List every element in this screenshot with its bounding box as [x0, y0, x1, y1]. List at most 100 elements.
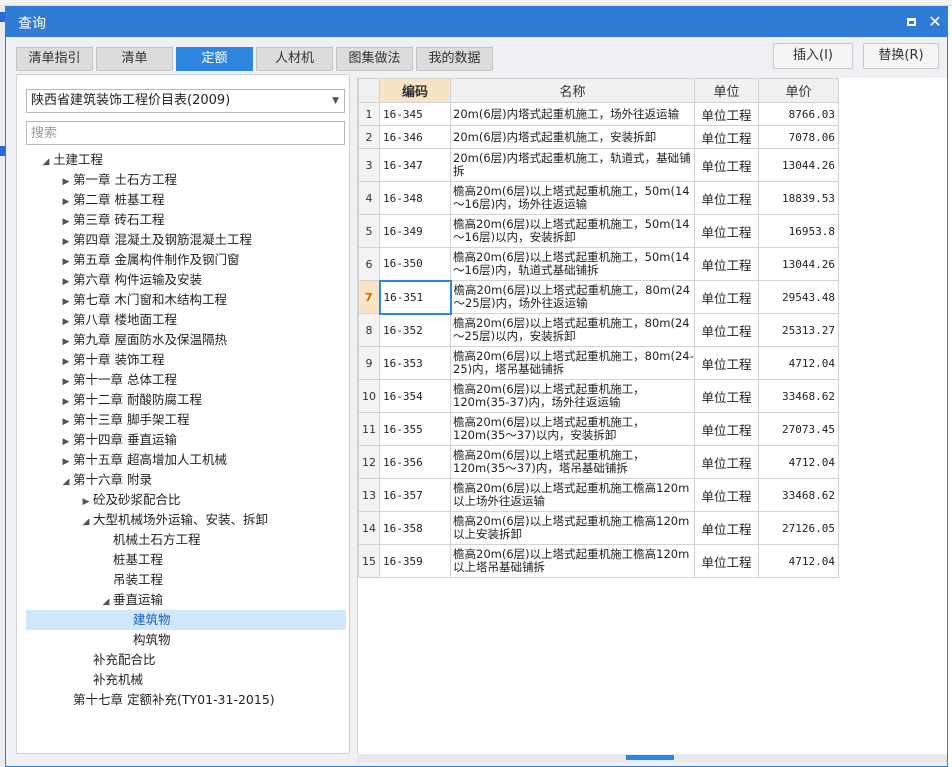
unit-cell[interactable]: 单位工程: [694, 346, 759, 380]
code-cell[interactable]: 16-350: [379, 247, 451, 281]
tab-quota[interactable]: 定额: [176, 47, 253, 71]
tab-list-guide[interactable]: 清单指引: [16, 47, 93, 71]
collapsed-arrow-icon[interactable]: ▶: [59, 392, 73, 412]
code-cell[interactable]: 16-352: [379, 313, 451, 347]
tab-my-data[interactable]: 我的数据: [416, 47, 493, 71]
tree-node[interactable]: ▶ 第七章 木门窗和木结构工程: [59, 290, 227, 310]
close-icon[interactable]: ✕: [926, 13, 944, 31]
collapsed-arrow-icon[interactable]: ▶: [59, 312, 73, 332]
code-cell[interactable]: 16-354: [379, 379, 451, 413]
header-price[interactable]: 单价: [758, 78, 839, 103]
name-cell[interactable]: 檐高20m(6层)以上塔式起重机施工檐高120m以上场外往返运输: [450, 478, 695, 512]
tree-node[interactable]: ▶ 第二章 桩基工程: [59, 190, 165, 212]
tree-node[interactable]: ◢ 土建工程: [39, 150, 103, 170]
price-cell[interactable]: 4712.04: [758, 346, 839, 380]
unit-cell[interactable]: 单位工程: [694, 478, 759, 512]
price-cell[interactable]: 16953.8: [758, 214, 839, 248]
tree-node[interactable]: 建筑物: [119, 610, 171, 630]
collapsed-arrow-icon[interactable]: ▶: [59, 292, 73, 312]
code-cell[interactable]: 16-351: [378, 279, 452, 315]
price-cell[interactable]: 4712.04: [758, 445, 839, 479]
table-row[interactable]: 4 16-348 檐高20m(6层)以上塔式起重机施工，50m(14～16层)内，场…: [358, 181, 839, 215]
tree-node[interactable]: ◢ 大型机械场外运输、安装、拆卸: [79, 510, 268, 530]
price-cell[interactable]: 33468.62: [758, 478, 839, 512]
table-row[interactable]: 9 16-353 檐高20m(6层)以上塔式起重机施工，80m(24-25)内，塔吊…: [358, 346, 839, 380]
insert-button[interactable]: 插入(I): [773, 43, 853, 69]
table-row[interactable]: 12 16-356 檐高20m(6层)以上塔式起重机施工，120m(35～37)内，…: [358, 445, 839, 479]
code-cell[interactable]: 16-346: [379, 125, 451, 149]
collapsed-arrow-icon[interactable]: ▶: [59, 372, 73, 392]
tab-atlas-method[interactable]: 图集做法: [336, 47, 413, 71]
price-cell[interactable]: 29543.48: [758, 280, 839, 314]
tree-node[interactable]: ▶ 第十三章 脚手架工程: [59, 410, 190, 432]
replace-button[interactable]: 替换(R): [863, 43, 939, 69]
code-cell[interactable]: 16-355: [379, 412, 451, 446]
header-unit[interactable]: 单位: [694, 78, 759, 103]
price-cell[interactable]: 33468.62: [758, 379, 839, 413]
unit-cell[interactable]: 单位工程: [694, 379, 759, 413]
unit-cell[interactable]: 单位工程: [694, 280, 759, 314]
tree-node[interactable]: 机械土石方工程: [99, 530, 201, 550]
name-cell[interactable]: 檐高20m(6层)以上塔式起重机施工檐高120m以上塔吊基础铺拆: [450, 544, 695, 578]
code-cell[interactable]: 16-359: [379, 544, 451, 578]
tree-node[interactable]: ▶ 第六章 构件运输及安装: [59, 270, 202, 290]
tree-node[interactable]: 桩基工程: [99, 550, 163, 570]
unit-cell[interactable]: 单位工程: [694, 214, 759, 248]
price-cell[interactable]: 13044.26: [758, 247, 839, 281]
tree-node[interactable]: ▶ 第十五章 超高增加人工机械: [59, 450, 227, 470]
expanded-arrow-icon[interactable]: ◢: [59, 472, 73, 492]
table-row[interactable]: 14 16-358 檐高20m(6层)以上塔式起重机施工檐高120m以上安装拆卸 单位…: [358, 511, 839, 545]
collapsed-arrow-icon[interactable]: ▶: [79, 492, 93, 512]
tree-node[interactable]: ▶ 第八章 楼地面工程: [59, 310, 177, 330]
name-cell[interactable]: 檐高20m(6层)以上塔式起重机施工，120m(35～37)内，塔吊基础铺拆: [450, 445, 695, 479]
unit-cell[interactable]: 单位工程: [694, 102, 759, 126]
tree-node[interactable]: ▶ 第一章 土石方工程: [59, 170, 177, 190]
collapsed-arrow-icon[interactable]: ▶: [59, 432, 73, 452]
table-row[interactable]: 5 16-349 檐高20m(6层)以上塔式起重机施工，50m(14～16层)以内，…: [358, 214, 839, 248]
unit-cell[interactable]: 单位工程: [694, 247, 759, 281]
collapsed-arrow-icon[interactable]: ▶: [59, 212, 73, 232]
name-cell[interactable]: 20m(6层)内塔式起重机施工，轨道式，基础铺拆: [450, 148, 695, 182]
name-cell[interactable]: 檐高20m(6层)以上塔式起重机施工，50m(14～16层)以内，安装拆卸: [450, 214, 695, 248]
price-cell[interactable]: 18839.53: [758, 181, 839, 215]
price-cell[interactable]: 13044.26: [758, 148, 839, 182]
splitter-grip[interactable]: [626, 755, 674, 760]
expanded-arrow-icon[interactable]: ◢: [39, 152, 53, 172]
price-cell[interactable]: 7078.06: [758, 125, 839, 149]
code-cell[interactable]: 16-349: [379, 214, 451, 248]
tree-node[interactable]: ▶ 第十章 装饰工程: [59, 350, 165, 372]
header-code[interactable]: 编码: [379, 78, 451, 103]
price-cell[interactable]: 4712.04: [758, 544, 839, 578]
price-cell[interactable]: 8766.03: [758, 102, 839, 126]
table-row[interactable]: 7 16-351 檐高20m(6层)以上塔式起重机施工，80m(24～25层)内，场…: [358, 279, 839, 315]
unit-cell[interactable]: 单位工程: [694, 544, 759, 578]
price-cell[interactable]: 27126.05: [758, 511, 839, 545]
tree-node[interactable]: ▶ 砼及砂浆配合比: [79, 490, 181, 510]
name-cell[interactable]: 檐高20m(6层)以上塔式起重机施工，120m(35～37)以内，安装拆卸: [450, 412, 695, 446]
code-cell[interactable]: 16-356: [379, 445, 451, 479]
expanded-arrow-icon[interactable]: ◢: [79, 512, 93, 532]
tree-node[interactable]: ▶ 第十一章 总体工程: [59, 370, 177, 390]
name-cell[interactable]: 20m(6层)内塔式起重机施工，安装拆卸: [450, 125, 695, 149]
maximize-icon[interactable]: [902, 13, 920, 31]
code-cell[interactable]: 16-347: [379, 148, 451, 182]
collapsed-arrow-icon[interactable]: ▶: [59, 412, 73, 432]
collapsed-arrow-icon[interactable]: ▶: [59, 232, 73, 252]
code-cell[interactable]: 16-358: [379, 511, 451, 545]
code-cell[interactable]: 16-357: [379, 478, 451, 512]
collapsed-arrow-icon[interactable]: ▶: [59, 252, 73, 272]
table-row[interactable]: 13 16-357 檐高20m(6层)以上塔式起重机施工檐高120m以上场外往返运输…: [358, 478, 839, 512]
code-cell[interactable]: 16-353: [379, 346, 451, 380]
tree-node[interactable]: 吊装工程: [99, 570, 163, 590]
tree-node[interactable]: 补充配合比: [79, 650, 156, 670]
table-row[interactable]: 2 16-346 20m(6层)内塔式起重机施工，安装拆卸 单位工程 7078.06: [358, 125, 839, 149]
tree-node[interactable]: ▶ 第三章 砖石工程: [59, 210, 165, 232]
header-name[interactable]: 名称: [450, 78, 695, 103]
tab-labor-material-machine[interactable]: 人材机: [256, 47, 333, 71]
table-row[interactable]: 10 16-354 檐高20m(6层)以上塔式起重机施工，120m(35-37)内，…: [358, 379, 839, 413]
collapsed-arrow-icon[interactable]: ▶: [59, 192, 73, 212]
tree-node[interactable]: 构筑物: [119, 630, 171, 650]
collapsed-arrow-icon[interactable]: ▶: [59, 332, 73, 352]
collapsed-arrow-icon[interactable]: ▶: [59, 352, 73, 372]
tree-node[interactable]: ◢ 第十六章 附录: [59, 470, 152, 490]
